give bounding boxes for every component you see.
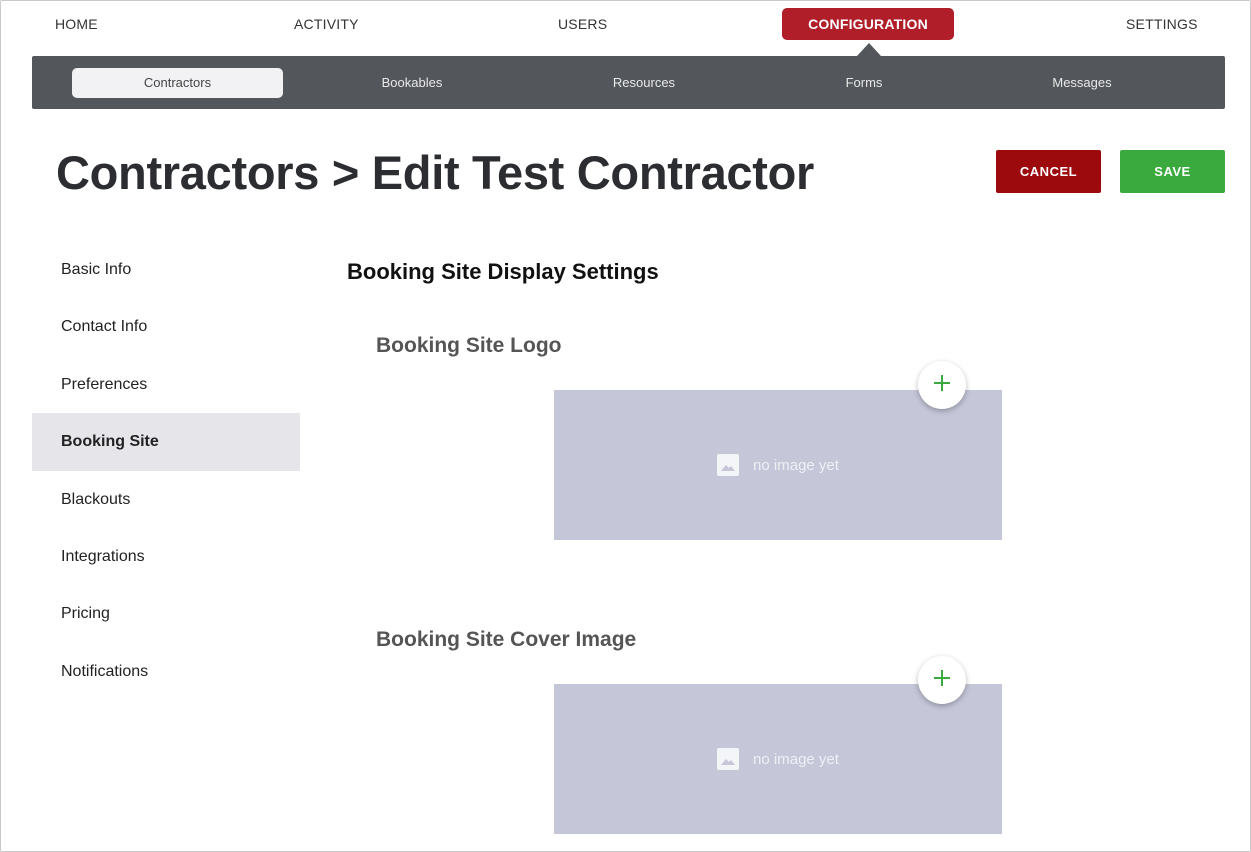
plus-icon <box>933 374 951 397</box>
page-title: Contractors > Edit Test Contractor <box>56 146 815 199</box>
section-title: Booking Site Display Settings <box>347 259 659 284</box>
side-item-pricing[interactable]: Pricing <box>32 585 300 642</box>
side-item-blackouts[interactable]: Blackouts <box>32 471 300 528</box>
image-icon <box>717 454 740 476</box>
nav-users[interactable]: USERS <box>558 8 607 40</box>
image-icon <box>717 748 740 770</box>
top-nav: HOME ACTIVITY USERS CONFIGURATION SETTIN… <box>1 1 1250 47</box>
side-item-integrations[interactable]: Integrations <box>32 528 300 585</box>
cover-placeholder-text: no image yet <box>753 750 839 768</box>
nav-activity[interactable]: ACTIVITY <box>294 8 359 40</box>
side-menu: Basic Info Contact Info Preferences Book… <box>32 241 300 700</box>
cover-image-dropzone[interactable]: no image yet <box>554 684 1002 834</box>
nav-configuration[interactable]: CONFIGURATION <box>782 8 954 40</box>
logo-placeholder-text: no image yet <box>753 456 839 474</box>
subnav-tab-resources[interactable]: Resources <box>574 68 714 98</box>
subnav-tab-bookables[interactable]: Bookables <box>342 68 482 98</box>
add-logo-button[interactable] <box>918 361 966 409</box>
subnav-tab-messages[interactable]: Messages <box>1012 68 1152 98</box>
subnav-tab-contractors[interactable]: Contractors <box>72 68 283 98</box>
subnav-tab-forms[interactable]: Forms <box>794 68 934 98</box>
logo-heading: Booking Site Logo <box>376 334 562 357</box>
app-window: HOME ACTIVITY USERS CONFIGURATION SETTIN… <box>0 0 1251 852</box>
side-item-basic-info[interactable]: Basic Info <box>32 241 300 298</box>
cancel-button[interactable]: CANCEL <box>996 150 1101 193</box>
nav-home[interactable]: HOME <box>55 8 98 40</box>
logo-image-dropzone[interactable]: no image yet <box>554 390 1002 540</box>
cover-placeholder: no image yet <box>554 684 1002 834</box>
nav-settings[interactable]: SETTINGS <box>1126 8 1198 40</box>
add-cover-button[interactable] <box>918 656 966 704</box>
side-item-preferences[interactable]: Preferences <box>32 356 300 413</box>
plus-icon <box>933 669 951 692</box>
side-item-booking-site[interactable]: Booking Site <box>32 413 300 471</box>
logo-placeholder: no image yet <box>554 390 1002 540</box>
side-item-contact-info[interactable]: Contact Info <box>32 298 300 355</box>
save-button[interactable]: SAVE <box>1120 150 1225 193</box>
side-item-notifications[interactable]: Notifications <box>32 643 300 700</box>
cover-heading: Booking Site Cover Image <box>376 628 637 651</box>
active-nav-caret <box>857 43 881 56</box>
sub-nav: Contractors Bookables Resources Forms Me… <box>32 56 1225 109</box>
